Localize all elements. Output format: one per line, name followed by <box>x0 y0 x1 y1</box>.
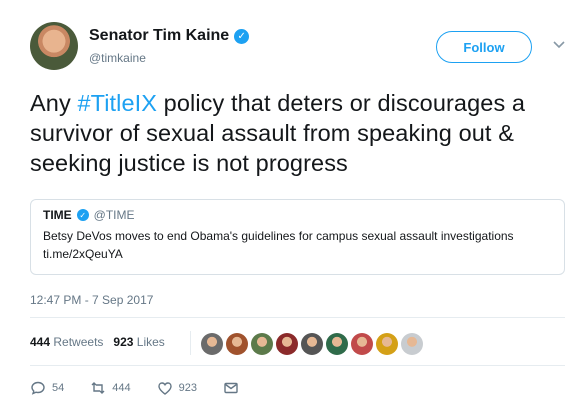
chevron-down-icon[interactable] <box>551 36 567 52</box>
liker-avatar[interactable] <box>301 333 323 355</box>
verified-badge-icon: ✓ <box>76 209 89 221</box>
reply-count: 54 <box>52 382 65 394</box>
likes-label: Likes <box>136 335 165 349</box>
liker-avatar[interactable] <box>276 333 298 355</box>
like-count: 923 <box>178 382 197 394</box>
author-avatar[interactable] <box>30 22 78 70</box>
tweet-actions: 54 444 923 <box>30 380 265 396</box>
retweet-button[interactable]: 444 <box>90 380 131 396</box>
engagement-stats: 444 Retweets 923 Likes <box>30 335 165 349</box>
direct-message-button[interactable] <box>223 380 239 396</box>
author-name[interactable]: Senator Tim Kaine <box>89 27 229 45</box>
tweet-text: Any #TitleIX policy that deters or disco… <box>30 88 575 178</box>
liker-avatar[interactable] <box>326 333 348 355</box>
follow-button[interactable]: Follow <box>436 31 532 63</box>
liker-avatar[interactable] <box>226 333 248 355</box>
quoted-author-name: TIME <box>43 208 72 222</box>
quoted-tweet-header: TIME ✓ @TIME <box>43 208 552 222</box>
retweets-count: 444 <box>30 335 51 349</box>
heart-icon <box>157 382 172 395</box>
quoted-tweet-text: Betsy DeVos moves to end Obama's guideli… <box>43 229 514 261</box>
liker-avatar[interactable] <box>201 333 223 355</box>
liker-avatar[interactable] <box>376 333 398 355</box>
retweets-stat[interactable]: 444 Retweets <box>30 335 103 349</box>
retweets-label: Retweets <box>53 335 104 349</box>
divider <box>30 365 565 366</box>
reply-button[interactable]: 54 <box>30 380 64 396</box>
tweet-text-prefix: Any <box>30 90 78 116</box>
quoted-tweet[interactable]: TIME ✓ @TIME Betsy DeVos moves to end Ob… <box>30 199 565 275</box>
divider <box>30 317 565 318</box>
liker-avatar[interactable] <box>401 333 423 355</box>
quoted-author-handle: @TIME <box>93 208 135 222</box>
divider <box>190 331 191 355</box>
like-button[interactable]: 923 <box>157 380 197 396</box>
liker-avatar[interactable] <box>351 333 373 355</box>
retweet-count: 444 <box>112 382 131 394</box>
likes-count: 923 <box>113 335 134 349</box>
verified-badge-icon: ✓ <box>234 28 250 44</box>
author-name-row[interactable]: Senator Tim Kaine ✓ <box>89 27 250 45</box>
retweet-icon <box>91 382 105 394</box>
reply-icon <box>31 381 45 395</box>
liker-avatars <box>201 333 423 355</box>
hashtag-link[interactable]: #TitleIX <box>77 90 157 116</box>
author-handle[interactable]: @timkaine <box>89 51 146 65</box>
tweet-timestamp[interactable]: 12:47 PM - 7 Sep 2017 <box>30 293 153 307</box>
liker-avatar[interactable] <box>251 333 273 355</box>
likes-stat[interactable]: 923 Likes <box>113 335 164 349</box>
envelope-icon <box>224 382 238 394</box>
